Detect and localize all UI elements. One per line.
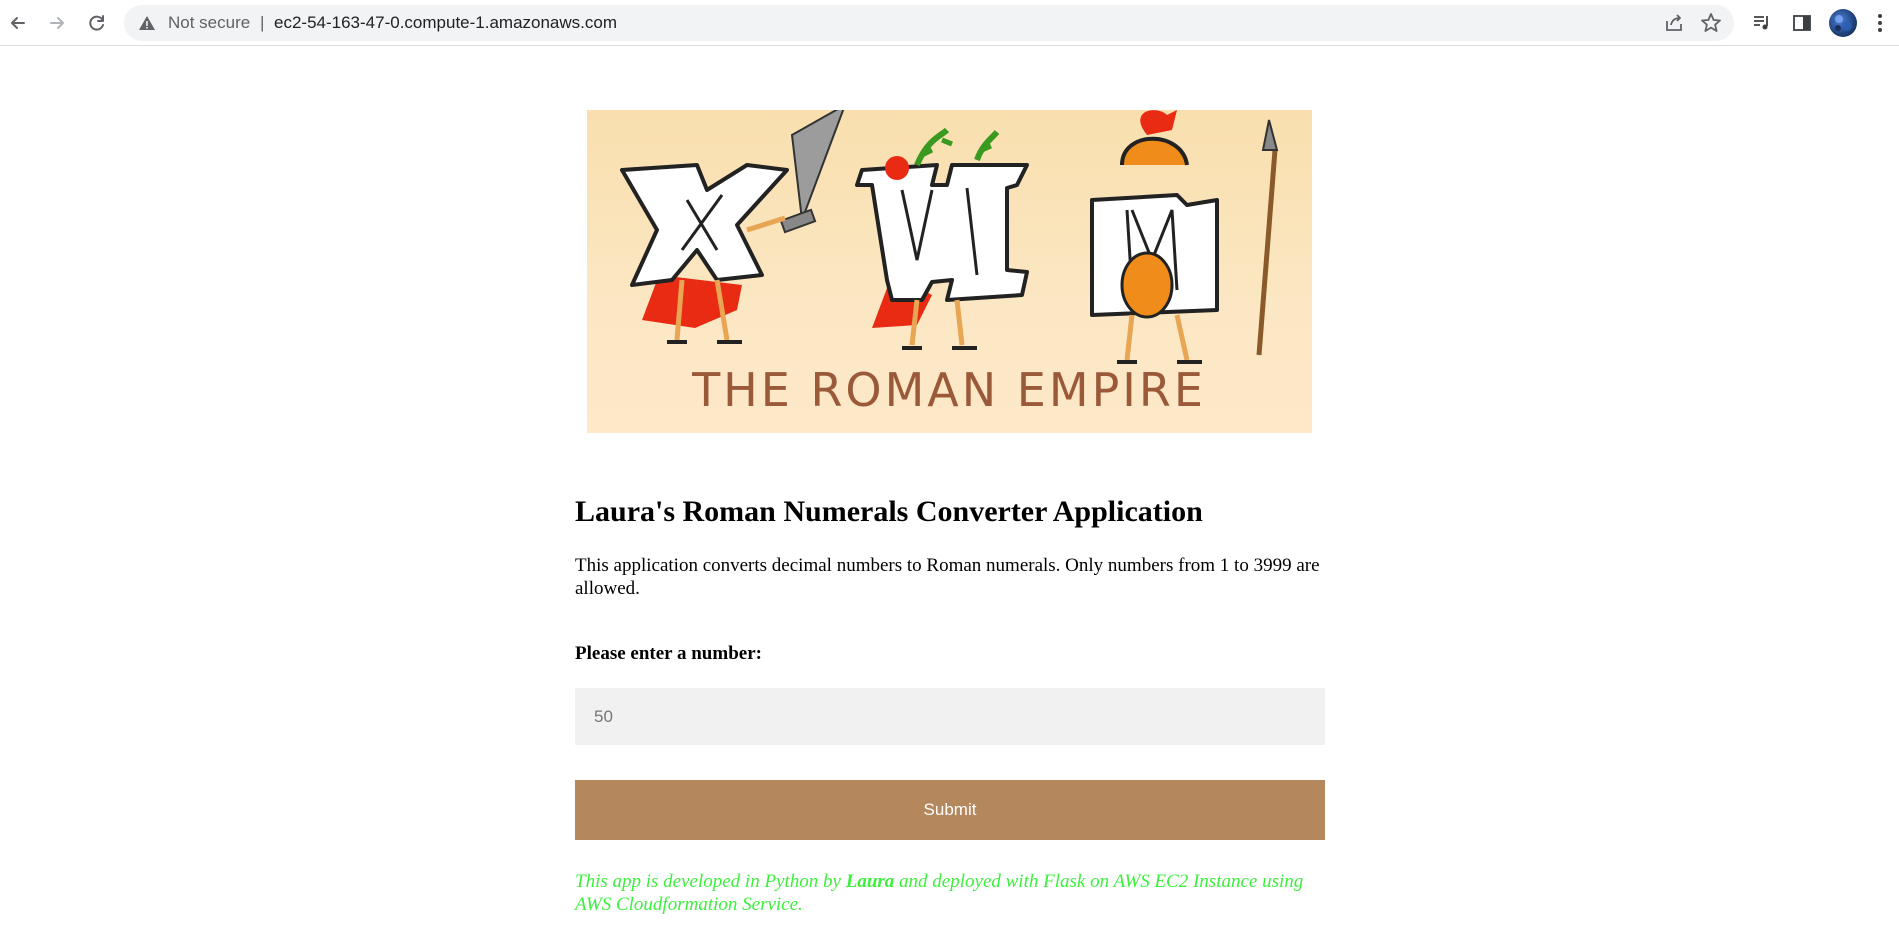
- number-input-label: Please enter a number:: [575, 643, 762, 664]
- submit-button[interactable]: Submit: [575, 780, 1325, 840]
- url-text[interactable]: ec2-54-163-47-0.compute-1.amazonaws.com: [274, 13, 617, 33]
- footer-author: Laura: [845, 871, 895, 892]
- main-content: Laura's Roman Numerals Converter Applica…: [575, 490, 1325, 916]
- number-input[interactable]: [575, 688, 1325, 745]
- reload-icon: [89, 15, 104, 31]
- profile-avatar[interactable]: [1829, 9, 1857, 37]
- footer-prefix: This app is developed in Python by: [575, 871, 846, 892]
- arrow-right-icon: [50, 17, 64, 29]
- page-title: Laura's Roman Numerals Converter Applica…: [575, 495, 1203, 528]
- bookmark-star-icon[interactable]: [1699, 11, 1723, 40]
- reload-button[interactable]: [82, 8, 112, 38]
- media-queue-icon: [1754, 16, 1768, 30]
- kebab-menu-icon: [1878, 14, 1882, 32]
- security-label[interactable]: Not secure: [168, 13, 250, 33]
- banner-caption: THE ROMAN EMPIRE: [691, 363, 1206, 417]
- forward-button[interactable]: [42, 8, 72, 38]
- side-panel-icon: [1793, 15, 1811, 31]
- warning-icon[interactable]: [138, 14, 156, 37]
- side-panel-button[interactable]: [1787, 8, 1817, 38]
- letter-m-character: [1090, 110, 1279, 364]
- arrow-left-icon: [11, 17, 25, 29]
- media-controls-button[interactable]: [1747, 8, 1777, 38]
- back-button[interactable]: [3, 8, 33, 38]
- letter-x-character: [620, 110, 845, 344]
- omnibox-separator: |: [260, 13, 265, 32]
- app-description: This application converts decimal number…: [575, 555, 1320, 599]
- letter-vi-character: [855, 127, 1029, 350]
- footer-credit: This app is developed in Python by Laura…: [575, 870, 1325, 916]
- roman-empire-banner: THE ROMAN EMPIRE: [587, 110, 1312, 433]
- browser-toolbar: Not secure | ec2-54-163-47-0.compute-1.a…: [0, 0, 1899, 46]
- share-icon[interactable]: [1662, 11, 1686, 40]
- browser-menu-button[interactable]: [1865, 8, 1895, 38]
- address-bar[interactable]: Not secure | ec2-54-163-47-0.compute-1.a…: [124, 5, 1734, 41]
